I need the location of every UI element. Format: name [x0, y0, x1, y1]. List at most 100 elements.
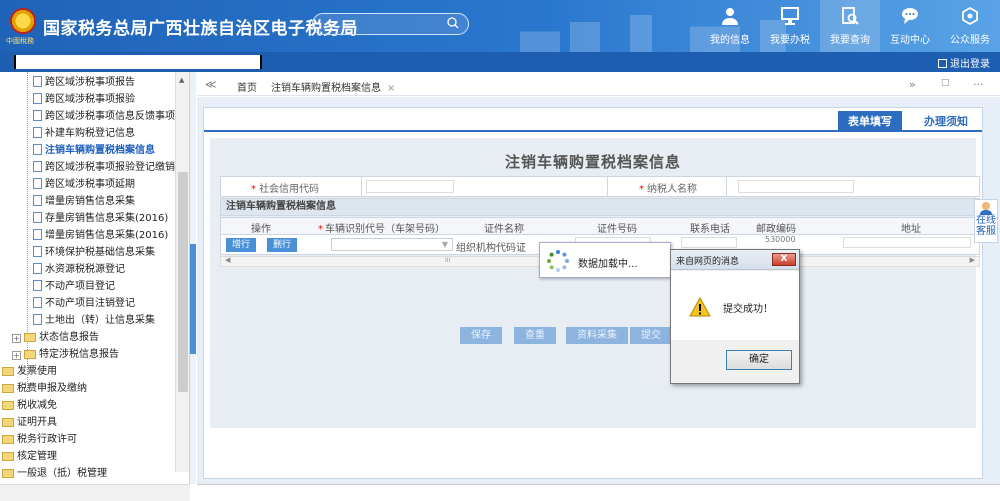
form-area: 注销车辆购置税档案信息 * 社会信用代码 * 纳税人名称 注销车辆购置税档案信息 操… [210, 138, 980, 428]
tabs-prev-icon[interactable]: ≪ [205, 78, 217, 91]
tree-item-label: 不动产项目登记 [45, 281, 115, 292]
chevron-down-icon[interactable]: ▼ [442, 240, 448, 249]
tree-item-label: 存量房销售信息采集(2016) [45, 213, 169, 224]
tree-item-label: 跨区域涉税事项信息反馈事项 [45, 111, 175, 122]
address-field[interactable] [843, 237, 971, 248]
col-vin: * 车辆识别代号（车架号码） [318, 224, 445, 235]
document-icon [33, 263, 42, 274]
tree-item[interactable]: 不动产项目登记 [33, 278, 115, 295]
tree-item-label: 跨区域涉税事项报告 [45, 77, 135, 88]
tree-item[interactable]: 跨区域涉税事项报告 [33, 74, 135, 91]
document-icon [33, 161, 42, 172]
dialog-title: 来自网页的消息 [676, 257, 740, 267]
nav-query[interactable]: 我要查询 [820, 0, 880, 52]
tree-item-label: 土地出（转）让信息采集 [45, 315, 155, 326]
tree-item[interactable]: 跨区域涉税事项报验 [33, 91, 135, 108]
tab-instructions[interactable]: 办理须知 [914, 111, 978, 132]
table-header: 操作 * 车辆识别代号（车架号码） 证件名称 证件号码 联系电话 邮政编码 地址 [220, 217, 980, 235]
tree-folder[interactable]: 税收减免 [2, 397, 57, 414]
add-row-button[interactable]: 增行 [226, 238, 257, 252]
collect-materials-button[interactable]: 资料采集 [566, 327, 628, 344]
nav-handle-tax[interactable]: 我要办税 [760, 0, 820, 52]
bottom-edge [197, 484, 1000, 501]
tree-item[interactable]: 增量房销售信息采集 [33, 193, 135, 210]
sidebar-splitter[interactable] [190, 72, 196, 484]
nav-my-info[interactable]: 我的信息 [700, 0, 760, 52]
tree-folder[interactable]: 证明开具 [2, 414, 57, 431]
scroll-left-icon[interactable]: ◀ [225, 256, 230, 264]
document-icon [33, 76, 42, 87]
scroll-grip[interactable]: III [445, 257, 450, 264]
dialog-close-button[interactable]: X [772, 253, 796, 266]
tree-folder[interactable]: 一般退（抵）税管理 [2, 465, 107, 482]
tree-item[interactable]: 跨区域涉税事项延期 [33, 176, 135, 193]
tree-item-label: 增量房销售信息采集(2016) [45, 230, 169, 241]
expand-icon[interactable]: + [12, 351, 21, 360]
logout-button[interactable]: 退出登录 [938, 55, 990, 70]
sidebar-scrollbar[interactable]: ▲ [175, 72, 189, 472]
tree-folder[interactable]: 税费申报及缴纳 [2, 380, 87, 397]
tree-item[interactable]: 跨区域涉税事项信息反馈事项 [33, 108, 175, 125]
tree-item[interactable]: 增量房销售信息采集(2016) [33, 227, 168, 244]
scrollbar-thumb[interactable] [178, 172, 188, 392]
save-button[interactable]: 保存 [460, 327, 502, 344]
tab-form-fill[interactable]: 表单填写 [838, 111, 902, 132]
panel-tabs: 表单填写 办理须知 [204, 108, 982, 132]
tree-item[interactable]: 跨区域涉税事项报验登记缴销 [33, 159, 175, 176]
window-icon[interactable]: □ [941, 78, 950, 88]
tree-folder[interactable]: + 特定涉税信息报告 [12, 346, 119, 363]
folder-icon [24, 333, 36, 342]
dialog-titlebar[interactable]: 来自网页的消息 X [671, 250, 799, 270]
ok-button[interactable]: 确定 [726, 350, 792, 370]
nav-interaction[interactable]: 互动中心 [880, 0, 940, 52]
tree-folder[interactable]: 发票使用 [2, 363, 57, 380]
tree-folder[interactable]: 核定管理 [2, 448, 57, 465]
vin-select[interactable]: ▼ [331, 238, 453, 251]
tree-item[interactable]: 不动产项目注销登记 [33, 295, 135, 312]
credit-code-field[interactable] [366, 180, 454, 193]
document-icon [33, 246, 42, 257]
tree-folder[interactable]: + 状态信息报告 [12, 329, 99, 346]
form-title: 注销车辆购置税档案信息 [504, 153, 681, 171]
sidebar-horizontal-scrollbar[interactable] [0, 484, 190, 501]
taxpayer-name-label: * 纳税人名称 [639, 184, 697, 195]
folder-icon [2, 452, 14, 461]
tree-item[interactable]: 存量房销售信息采集(2016) [33, 210, 168, 227]
tree-item-label: 税收减免 [17, 400, 57, 411]
splitter-grip[interactable] [190, 244, 196, 354]
expand-icon[interactable]: + [12, 334, 21, 343]
folder-icon [24, 350, 36, 359]
document-icon [33, 178, 42, 189]
nav-public-service[interactable]: 公众服务 [940, 0, 1000, 52]
search-input[interactable] [312, 13, 469, 35]
scroll-up-icon[interactable]: ▲ [179, 76, 184, 84]
tree-item[interactable]: 环境保护税基础信息采集 [33, 244, 155, 261]
tree-item-active[interactable]: 注销车辆购置税档案信息 [33, 142, 155, 159]
tree-folder[interactable]: 税务行政许可 [2, 431, 77, 448]
more-icon[interactable]: ··· [973, 78, 984, 91]
taxpayer-name-field[interactable] [738, 180, 854, 193]
tree-item-label: 证明开具 [17, 417, 57, 428]
credit-code-label: * 社会信用代码 [251, 184, 319, 195]
close-icon[interactable]: × [387, 83, 395, 94]
tab-current[interactable]: 注销车辆购置税档案信息 × [271, 79, 395, 94]
tab-home[interactable]: 首页 [237, 79, 257, 94]
delete-row-button[interactable]: 删行 [267, 238, 298, 252]
dialog-body: 提交成功！ [671, 271, 799, 340]
nav-label: 公众服务 [950, 35, 990, 46]
search-icon[interactable] [447, 17, 459, 29]
online-service-button[interactable]: 在线 客服 [974, 199, 998, 243]
col-phone: 联系电话 [690, 224, 730, 235]
scroll-right-icon[interactable]: ▶ [970, 256, 975, 264]
tree-item[interactable]: 补建车购税登记信息 [33, 125, 135, 142]
chat-icon [902, 8, 918, 24]
tree-item[interactable]: 土地出（转）让信息采集 [33, 312, 155, 329]
document-icon [33, 93, 42, 104]
submit-button[interactable]: 提交 [630, 327, 672, 344]
tree-item[interactable]: 水资源税税源登记 [33, 261, 125, 278]
check-duplicate-button[interactable]: 查重 [514, 327, 556, 344]
query-icon [842, 7, 859, 25]
postal-code-value[interactable]: 530000 [765, 235, 796, 244]
tabs-next-icon[interactable]: » [909, 78, 916, 91]
phone-field[interactable] [681, 237, 737, 248]
